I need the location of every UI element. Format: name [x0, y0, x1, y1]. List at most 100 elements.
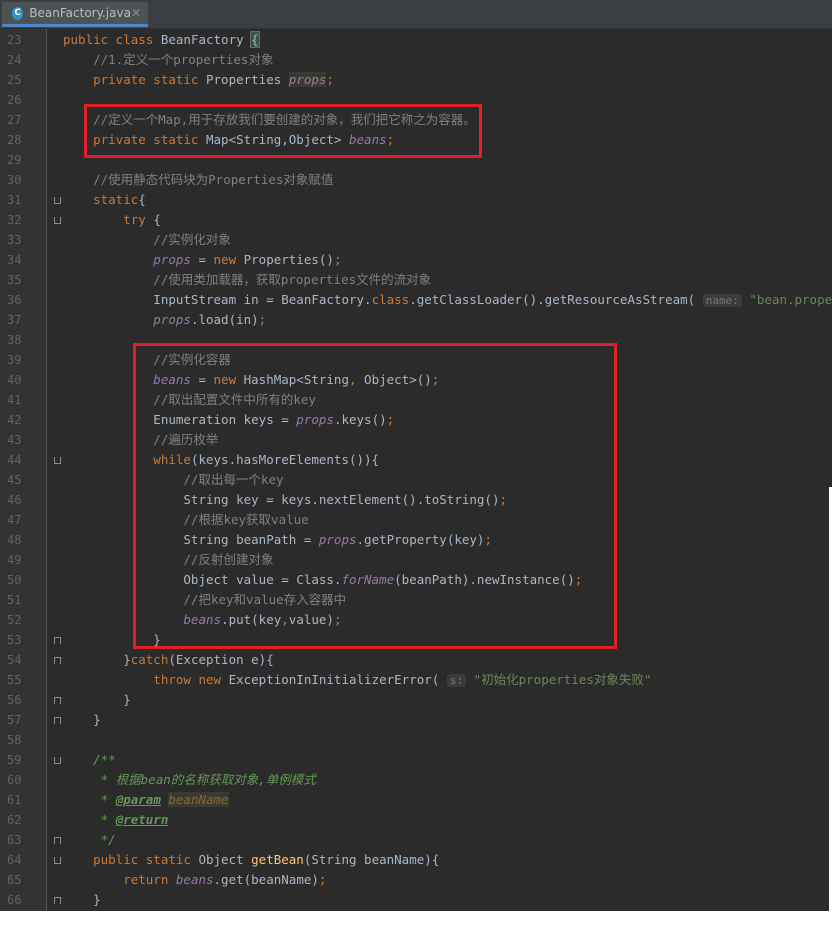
- fold-marker-icon[interactable]: [54, 457, 61, 464]
- code-token: /**: [63, 752, 116, 767]
- code-token: ;: [333, 252, 342, 267]
- line-number: 39: [0, 350, 46, 370]
- code-token: return: [63, 872, 176, 887]
- code-line: props = new Properties();: [63, 250, 341, 270]
- code-editor[interactable]: 23 24 25 26 27 28 29 30 31 32 33 34 35 36 37 38 39 40 41 42…: [0, 29, 832, 911]
- code-token: {: [138, 192, 146, 207]
- line-number: 45: [0, 470, 46, 490]
- line-number-text: 55: [7, 673, 22, 687]
- window-bottom-edge: [0, 911, 832, 926]
- line-number: 50: [0, 570, 46, 590]
- code-line: while(keys.hasMoreElements()){: [63, 450, 379, 470]
- code-token: catch: [130, 652, 169, 667]
- line-number-text: 64: [7, 853, 22, 867]
- code-line: //1.定义一个properties对象: [63, 50, 273, 70]
- line-number-text: 29: [7, 153, 22, 167]
- line-number-text: 56: [7, 693, 22, 707]
- line-number: 35: [0, 270, 46, 290]
- code-token: {: [153, 212, 161, 227]
- code-token: //取出每一个key: [63, 472, 284, 487]
- fold-marker-icon[interactable]: [54, 757, 61, 764]
- code-line: /**: [63, 750, 116, 770]
- line-number: 40: [0, 370, 46, 390]
- code-token: Enumeration keys =: [63, 412, 297, 427]
- line-number-text: 34: [7, 253, 22, 267]
- code-line: //把key和value存入容器中: [63, 590, 346, 610]
- tab-beanfactory-java[interactable]: C BeanFactory.java ✕: [2, 2, 148, 27]
- line-number: 23: [0, 30, 46, 50]
- code-token: //把key和value存入容器中: [63, 592, 347, 607]
- code-token: //反射创建对象: [63, 552, 274, 567]
- line-number: 48: [0, 530, 46, 550]
- code-line: //反射创建对象: [63, 550, 273, 570]
- line-number-text: 46: [7, 493, 22, 507]
- code-token: throw new: [63, 672, 229, 687]
- line-number: 42: [0, 410, 46, 430]
- line-number: 38: [0, 330, 46, 350]
- code-line: * @param beanName: [63, 790, 229, 810]
- editor-tab-bar: C BeanFactory.java ✕: [0, 0, 832, 29]
- fold-marker-icon[interactable]: [54, 837, 61, 844]
- line-number-text: 44: [7, 453, 22, 467]
- fold-marker-icon[interactable]: [54, 217, 61, 224]
- code-token: //实例化容器: [63, 352, 231, 367]
- code-token: ;: [386, 132, 395, 147]
- line-number-text: 40: [7, 373, 22, 387]
- java-class-icon: C: [12, 6, 24, 20]
- code-line: public class BeanFactory {: [63, 30, 260, 50]
- line-number-text: 66: [7, 893, 22, 907]
- code-line: String key = keys.nextElement().toString…: [63, 490, 507, 510]
- code-token: @return: [115, 812, 169, 827]
- code-token: while: [63, 452, 191, 467]
- code-token: *: [63, 812, 116, 827]
- code-area[interactable]: public class BeanFactory { //1.定义一个prope…: [47, 29, 832, 911]
- code-token: props: [296, 412, 334, 427]
- line-number-text: 59: [7, 753, 22, 767]
- line-number: 60: [0, 770, 46, 790]
- code-token: new: [213, 372, 244, 387]
- fold-marker-icon[interactable]: [54, 657, 61, 664]
- code-token: ;: [258, 312, 267, 327]
- code-token: beans: [63, 372, 191, 387]
- code-token: class: [371, 292, 410, 307]
- fold-marker-icon[interactable]: [54, 697, 61, 704]
- code-token: HashMap<String: [243, 372, 349, 387]
- fold-marker-icon[interactable]: [54, 637, 61, 644]
- code-line: Object value = Class.forName(beanPath).n…: [63, 570, 582, 590]
- line-number-text: 47: [7, 513, 22, 527]
- code-line: //根据key获取value: [63, 510, 308, 530]
- code-token: }: [63, 692, 131, 707]
- line-number-text: 50: [7, 573, 22, 587]
- line-number-text: 61: [7, 793, 22, 807]
- fold-marker-icon[interactable]: [54, 857, 61, 864]
- line-number: 43: [0, 430, 46, 450]
- code-token: beans: [175, 872, 214, 887]
- code-token: .load(in): [190, 312, 259, 327]
- fold-marker-icon[interactable]: [54, 197, 61, 204]
- fold-marker-icon[interactable]: [54, 717, 61, 724]
- line-number-text: 63: [7, 833, 22, 847]
- code-token: ;: [318, 872, 327, 887]
- code-line: }catch(Exception e){: [63, 650, 274, 670]
- line-number-text: 27: [7, 113, 22, 127]
- line-number: 55: [0, 670, 46, 690]
- code-line: //实例化容器: [63, 350, 231, 370]
- line-number: 36: [0, 290, 46, 310]
- line-number-text: 32: [7, 213, 22, 227]
- code-token: String beanPath =: [63, 532, 319, 547]
- code-token: .getClassLoader().getResourceAsStream(: [409, 292, 703, 307]
- line-number-text: 35: [7, 273, 22, 287]
- line-number: 65: [0, 870, 46, 890]
- line-number-text: 53: [7, 633, 22, 647]
- code-line: }: [63, 710, 101, 730]
- line-number: 44: [0, 450, 46, 470]
- code-token: }: [63, 892, 101, 907]
- fold-marker-icon[interactable]: [54, 897, 61, 904]
- line-number: 49: [0, 550, 46, 570]
- code-token: ExceptionInInitializerError(: [228, 672, 447, 687]
- code-token: ;: [326, 72, 334, 87]
- code-token: beans: [349, 132, 387, 147]
- code-token: .get(beanName): [213, 872, 319, 887]
- code-token: }: [63, 712, 101, 727]
- close-icon[interactable]: ✕: [131, 6, 141, 20]
